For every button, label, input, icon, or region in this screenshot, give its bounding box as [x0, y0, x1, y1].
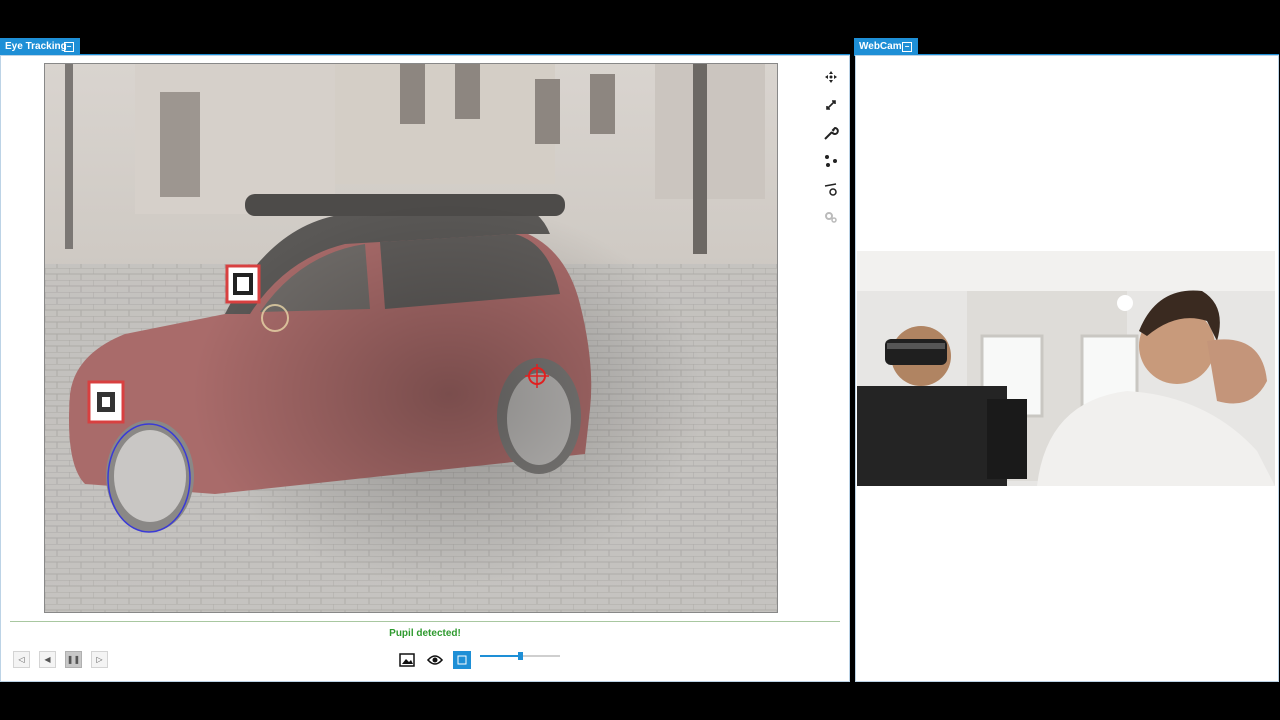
- step-back-icon[interactable]: ◀: [39, 651, 56, 668]
- status-text: Pupil detected!: [389, 628, 461, 639]
- wrench-icon[interactable]: [820, 122, 842, 144]
- tab-eye-tracking-label: Eye Tracking: [5, 41, 67, 52]
- tab-webcam-label: WebCam: [859, 41, 902, 52]
- zoom-icon[interactable]: [820, 94, 842, 116]
- move-icon[interactable]: [820, 66, 842, 88]
- settings-icon: [820, 206, 842, 228]
- skip-back-icon[interactable]: ◁: [13, 651, 30, 668]
- record-icon[interactable]: [453, 651, 471, 669]
- tool-bar: [820, 66, 842, 234]
- marker-icon: [225, 264, 261, 304]
- scene-image: [45, 64, 777, 612]
- webcam-video: [857, 251, 1275, 486]
- slider-fill: [480, 655, 520, 657]
- eye-camera-view[interactable]: [44, 63, 778, 613]
- calibrate-icon[interactable]: [820, 178, 842, 200]
- webcam-image: [857, 251, 1275, 486]
- status-divider: [10, 621, 840, 622]
- app-window: Eye Tracking − Pupil detected! ◁ ◀ ❚❚ ▷ …: [0, 0, 1280, 720]
- slider-thumb[interactable]: [518, 652, 523, 660]
- marker-icon: [87, 380, 125, 424]
- eye-icon[interactable]: [426, 651, 444, 669]
- pause-icon[interactable]: ❚❚: [65, 651, 82, 668]
- step-forward-icon[interactable]: ▷: [91, 651, 108, 668]
- pin-icon[interactable]: −: [902, 42, 912, 52]
- playback-slider[interactable]: [480, 652, 560, 660]
- markers-icon[interactable]: [820, 150, 842, 172]
- image-icon[interactable]: [398, 651, 416, 669]
- pin-icon[interactable]: −: [64, 42, 74, 52]
